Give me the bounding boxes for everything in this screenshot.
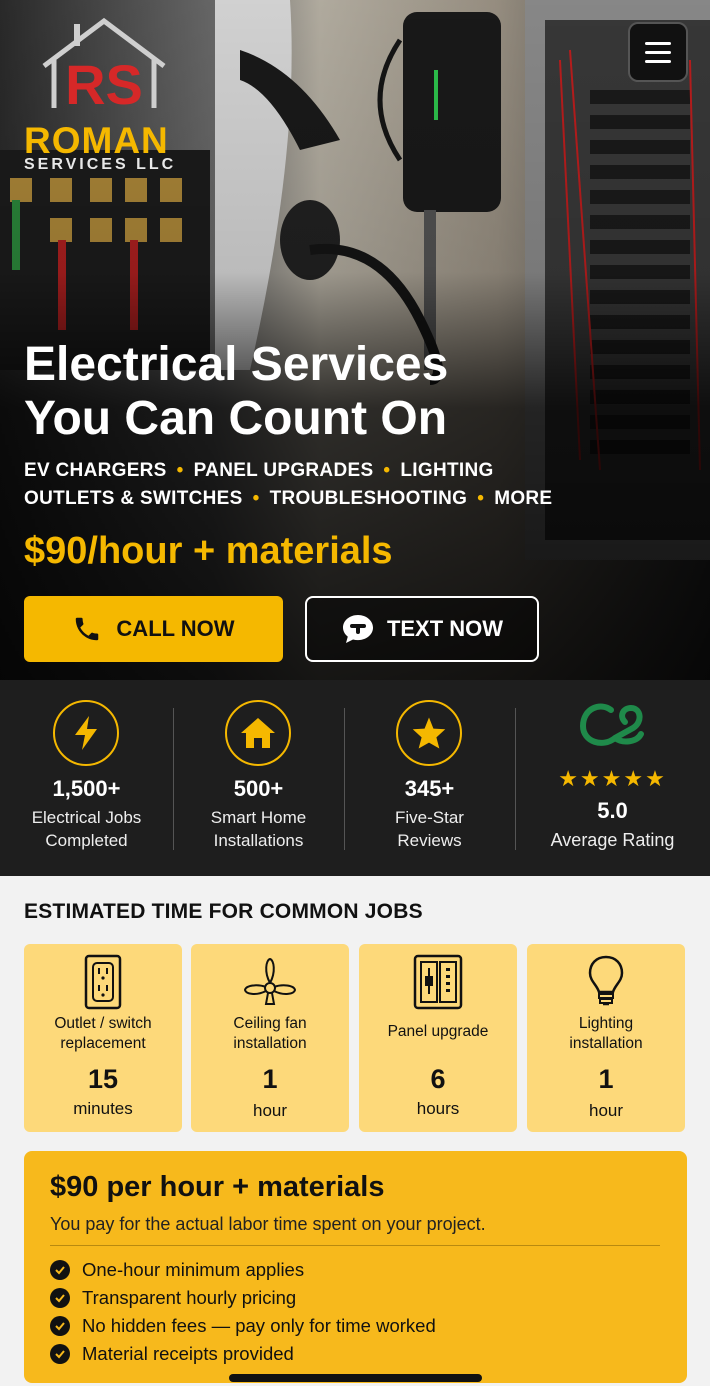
hero-section: RS ROMAN SERVICES LLC Electrical Service… [0,0,710,680]
text-now-button[interactable]: TEXT NOW [305,596,539,662]
job-name: Ceiling fan installation [233,1015,307,1052]
pricing-list-item: No hidden fees — pay only for time worke… [50,1312,436,1340]
service-troubleshooting: TROUBLESHOOTING [269,488,468,509]
stat-smart-home: 500+ Smart Home Installations [173,680,344,876]
job-name: Lighting installation [569,1015,643,1052]
house-icon [225,700,291,766]
menu-icon-bar [645,50,671,54]
five-stars-icon: ★★★★★ [558,766,667,791]
stat-number: 500+ [233,776,284,801]
check-icon [50,1288,70,1308]
review-logo-icon [579,703,644,746]
stat-label: Smart Home Installations [210,808,307,850]
menu-icon-bar [645,41,671,45]
job-card-lighting: Lighting installation 1 hour [527,944,685,1132]
job-time-unit: hour [588,1101,624,1120]
pricing-list-item: Transparent hourly pricing [50,1284,436,1312]
house-logo-icon: RS [42,17,166,116]
check-icon [50,1316,70,1336]
job-time-unit: minutes [73,1099,133,1118]
pricing-title: $90 per hour + materials [50,1171,385,1203]
ceiling-fan-icon [191,954,349,1010]
job-card-outlet: Outlet / switch replacement 15 minutes [24,944,182,1132]
pricing-list-item: One-hour minimum applies [50,1256,436,1284]
home-indicator[interactable] [229,1374,482,1382]
job-time-value: 1 [262,1064,278,1094]
rating-value: 5.0 [597,798,628,823]
stat-average-rating: ★★★★★ 5.0 Average Rating [515,680,710,876]
hamburger-menu-button[interactable] [628,22,688,82]
outlet-icon [24,954,182,1010]
lightbulb-icon [527,954,685,1010]
pricing-divider [50,1245,660,1246]
stat-electrical-jobs: 1,500+ Electrical Jobs Completed [0,680,173,876]
stats-bar: 1,500+ Electrical Jobs Completed 500+ Sma… [0,680,710,876]
estimates-title: ESTIMATED TIME FOR COMMON JOBS [24,900,423,923]
hero-services-list: EV CHARGERS • PANEL UPGRADES • LIGHTING OUTL… [24,460,553,509]
call-now-button[interactable]: CALL NOW [24,596,283,662]
hero-title: Electrical Services You Can Count On [24,338,584,446]
pricing-subtitle: You pay for the actual labor time spent … [50,1214,486,1234]
service-panel-upgrades: PANEL UPGRADES [193,460,374,481]
job-time-unit: hour [252,1101,288,1120]
chat-bubble-icon [342,615,373,643]
stat-number: 345+ [404,776,455,801]
pricing-list-item: Material receipts provided [50,1340,436,1368]
panel-icon [359,954,517,1010]
stat-label: Electrical Jobs Completed [31,808,142,850]
check-icon [50,1344,70,1364]
service-more: MORE [494,488,553,509]
stat-label: Five-Star Reviews [395,808,464,850]
hero-price: $90/hour + materials [24,530,393,572]
call-now-label: CALL NOW [116,616,235,641]
service-outlets-switches: OUTLETS & SWITCHES [24,488,243,509]
pricing-box: $90 per hour + materials You pay for the… [24,1151,687,1383]
stat-five-star-reviews: 345+ Five-Star Reviews [344,680,515,876]
job-time-value: 1 [598,1064,614,1094]
job-card-ceiling-fan: Ceiling fan installation 1 hour [191,944,349,1132]
phone-icon [76,617,99,641]
job-name: Panel upgrade [387,1023,489,1040]
rating-label: Average Rating [550,830,675,850]
job-time-unit: hours [416,1099,460,1118]
pricing-list: One-hour minimum applies Transparent hou… [50,1256,436,1368]
job-time-value: 15 [87,1064,119,1094]
hero-title-line-1: Electrical Services [24,338,449,391]
menu-icon-bar [645,59,671,63]
job-time-value: 6 [430,1064,446,1094]
lightning-icon [53,700,119,766]
service-ev-chargers: EV CHARGERS [24,460,167,481]
stat-number: 1,500+ [52,776,121,801]
star-icon [396,700,462,766]
job-card-panel-upgrade: Panel upgrade 6 hours [359,944,517,1132]
brand-logo[interactable]: RS ROMAN SERVICES LLC [22,14,182,173]
text-now-label: TEXT NOW [386,616,504,641]
logo-initials: RS [65,53,143,116]
service-lighting: LIGHTING [400,460,494,481]
check-icon [50,1260,70,1280]
logo-suffix: SERVICES LLC [24,156,177,173]
job-name: Outlet / switch replacement [54,1015,152,1052]
hero-title-line-2: You Can Count On [24,392,448,445]
